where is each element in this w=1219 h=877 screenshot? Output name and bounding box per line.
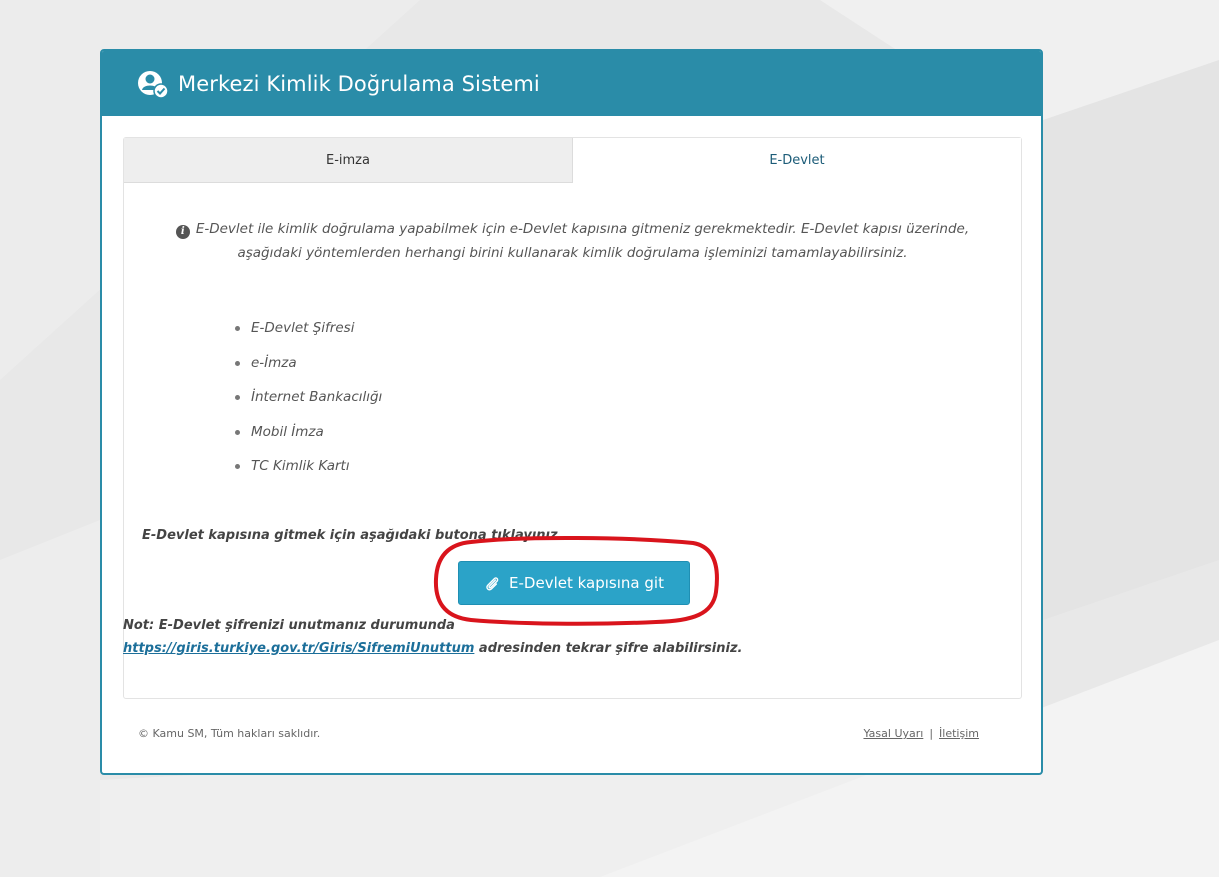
- legal-notice-link[interactable]: Yasal Uyarı: [863, 727, 923, 740]
- tab-e-imza[interactable]: E-imza: [124, 138, 573, 183]
- main-panel: Merkezi Kimlik Doğrulama Sistemi E-imza …: [100, 49, 1043, 775]
- page-title: Merkezi Kimlik Doğrulama Sistemi: [178, 71, 540, 96]
- list-item: e-İmza: [235, 346, 382, 381]
- note-line-2: https://giris.turkiye.gov.tr/Giris/Sifre…: [123, 637, 742, 660]
- info-message: i E-Devlet ile kimlik doğrulama yapabilme…: [144, 217, 1001, 265]
- note-prefix: Not: E-Devlet şifrenizi unutmanız durumu…: [123, 618, 455, 633]
- list-item: TC Kimlik Kartı: [235, 449, 382, 484]
- e-devlet-gateway-button-label: E-Devlet kapısına git: [509, 574, 664, 592]
- info-message-text: E-Devlet ile kimlik doğrulama yapabilmek…: [195, 221, 970, 261]
- list-item: İnternet Bankacılığı: [235, 380, 382, 415]
- list-item: Mobil İmza: [235, 415, 382, 450]
- auth-methods-list: E-Devlet Şifresi e-İmza İnternet Bankacı…: [235, 311, 382, 484]
- auth-card: E-imza E-Devlet i E-Devlet ile kimlik doğ…: [123, 137, 1022, 699]
- footer-links: Yasal Uyarı | İletişim: [863, 727, 979, 740]
- info-icon: i: [175, 225, 190, 239]
- list-item: E-Devlet Şifresi: [235, 311, 382, 346]
- forgot-password-link[interactable]: https://giris.turkiye.gov.tr/Giris/Sifre…: [123, 641, 474, 656]
- tab-bar: E-imza E-Devlet: [124, 138, 1021, 183]
- contact-link[interactable]: İletişim: [939, 727, 979, 740]
- footer-separator: |: [929, 727, 934, 740]
- note-suffix: adresinden tekrar şifre alabilirsiniz.: [474, 641, 743, 656]
- link-icon: [486, 576, 499, 590]
- e-devlet-gateway-button[interactable]: E-Devlet kapısına git: [458, 561, 690, 605]
- password-note: Not: E-Devlet şifrenizi unutmanız durumu…: [123, 614, 742, 660]
- copyright-text: © Kamu SM, Tüm hakları saklıdır.: [138, 727, 321, 740]
- user-verified-icon: [138, 70, 169, 99]
- footer: © Kamu SM, Tüm hakları saklıdır. Yasal U…: [138, 727, 979, 740]
- instruction-text: E-Devlet kapısına gitmek için aşağıdaki …: [142, 528, 563, 543]
- panel-header: Merkezi Kimlik Doğrulama Sistemi: [102, 51, 1041, 116]
- tab-e-devlet[interactable]: E-Devlet: [573, 138, 1021, 183]
